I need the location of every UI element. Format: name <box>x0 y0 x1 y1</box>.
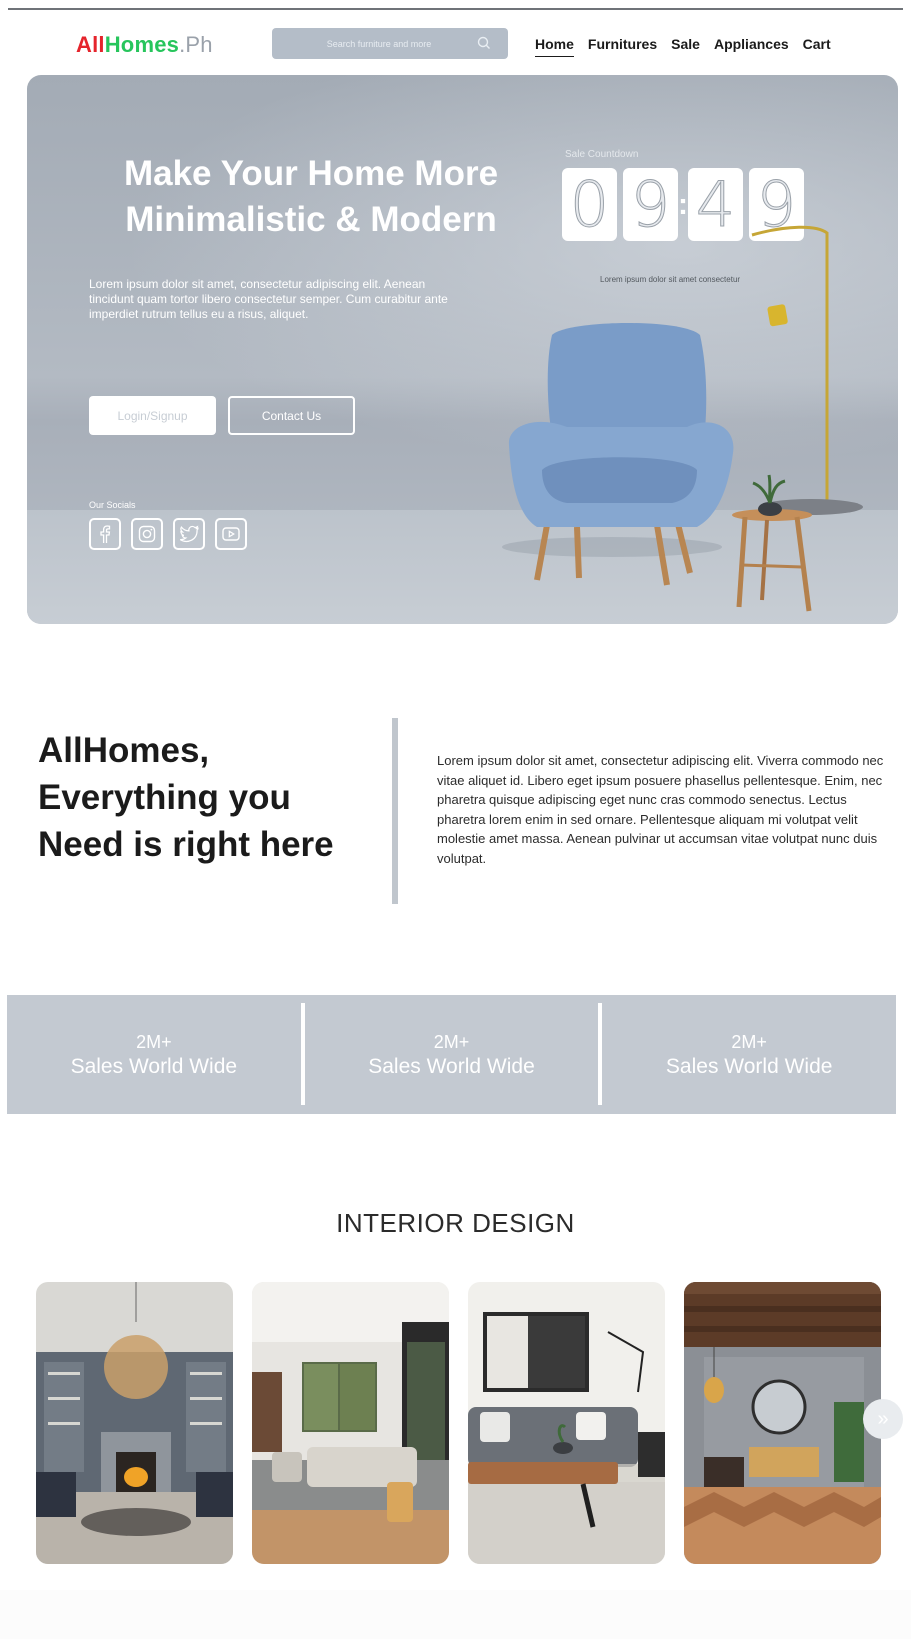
stat-number: 2M+ <box>433 1031 470 1052</box>
interior-photo-warm <box>684 1282 881 1564</box>
twitter-icon[interactable] <box>173 518 205 550</box>
stat-item: 2M+ Sales World Wide <box>7 995 301 1114</box>
hero-banner: Make Your Home More Minimalistic & Moder… <box>27 75 898 624</box>
countdown-label: Sale Countdown <box>565 149 639 160</box>
search-input[interactable] <box>284 33 474 54</box>
stats-bar: 2M+ Sales World Wide 2M+ Sales World Wid… <box>7 995 896 1114</box>
hero-title: Make Your Home More Minimalistic & Moder… <box>123 154 499 239</box>
stat-item: 2M+ Sales World Wide <box>305 995 599 1114</box>
countdown-digit: 9 <box>623 168 678 242</box>
search-bar <box>272 28 508 59</box>
double-chevron-right-icon: » <box>877 1407 889 1430</box>
nav-furnitures[interactable]: Furnitures <box>588 36 657 57</box>
instagram-icon[interactable] <box>131 518 163 550</box>
stat-label: Sales World Wide <box>368 1054 535 1078</box>
header-nav: AllHomes.Ph Home Furnitures Sale Applian… <box>0 24 911 64</box>
stat-number: 2M+ <box>731 1031 767 1052</box>
interior-card[interactable] <box>684 1282 881 1564</box>
social-links <box>89 518 247 550</box>
login-signup-button[interactable]: Login/Signup <box>89 396 216 435</box>
socials-label: Our Socials <box>89 500 136 510</box>
countdown-digit: 0 <box>562 168 617 242</box>
nav-home[interactable]: Home <box>535 36 574 57</box>
brand-logo[interactable]: AllHomes.Ph <box>76 32 213 58</box>
stat-label: Sales World Wide <box>665 1054 833 1078</box>
hero-description: Lorem ipsum dolor sit amet, consectetur … <box>89 277 448 321</box>
countdown-subtext: Lorem ipsum dolor sit amet consectetur <box>600 275 741 284</box>
armchair-image <box>502 322 812 612</box>
countdown-colon: : <box>678 188 688 221</box>
facebook-icon[interactable] <box>89 518 121 550</box>
gallery-next-button[interactable]: » <box>863 1399 903 1439</box>
top-border <box>8 8 903 10</box>
interior-card[interactable] <box>468 1282 665 1564</box>
stat-label: Sales World Wide <box>70 1054 238 1078</box>
stat-number: 2M+ <box>136 1031 172 1052</box>
about-divider <box>392 718 398 904</box>
contact-us-button[interactable]: Contact Us <box>228 396 355 435</box>
main-menu: Home Furnitures Sale Appliances Cart <box>535 36 831 57</box>
interior-photo-modern <box>252 1282 449 1564</box>
interior-photo-scandi <box>468 1282 665 1564</box>
interior-gallery <box>36 1282 881 1564</box>
about-text: Lorem ipsum dolor sit amet, consectetur … <box>437 753 884 866</box>
interior-photo-classic <box>36 1282 233 1564</box>
about-heading: AllHomes, Everything you Need is right h… <box>38 731 334 864</box>
interior-card[interactable] <box>36 1282 233 1564</box>
nav-sale[interactable]: Sale <box>671 36 700 57</box>
youtube-icon[interactable] <box>215 518 247 550</box>
page-footer-space <box>0 1590 911 1639</box>
nav-cart[interactable]: Cart <box>803 36 831 57</box>
interior-card[interactable] <box>252 1282 449 1564</box>
nav-appliances[interactable]: Appliances <box>714 36 789 57</box>
interior-design-title: INTERIOR DESIGN <box>336 1208 575 1238</box>
search-icon[interactable] <box>476 35 492 51</box>
stat-item: 2M+ Sales World Wide <box>602 995 896 1114</box>
